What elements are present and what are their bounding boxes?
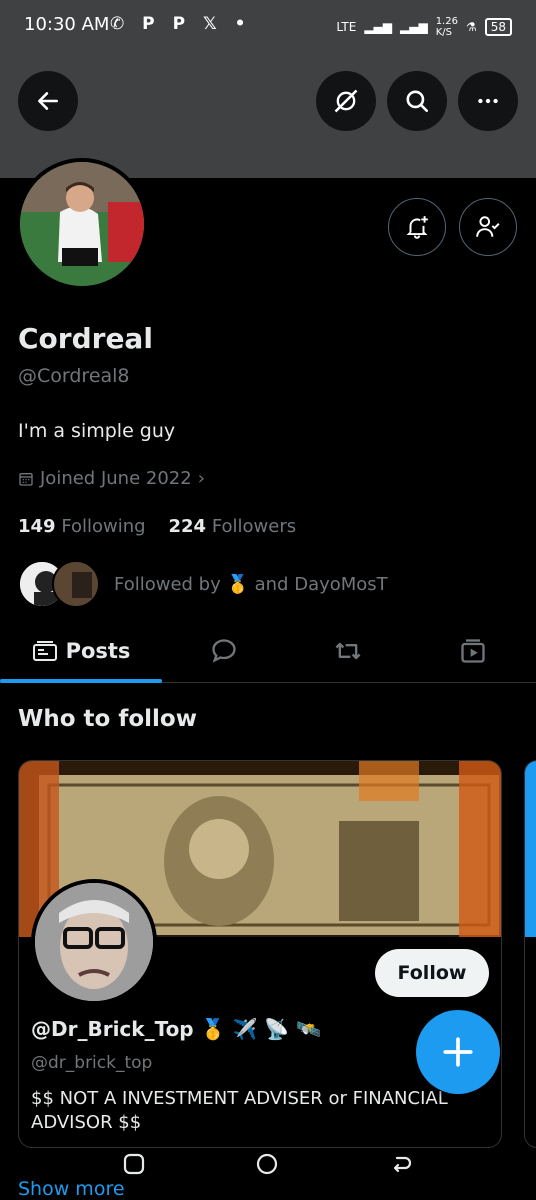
- whatsapp-icon: ✆: [110, 14, 131, 34]
- card-user-name: @Dr_Brick_Top 🥇 ✈️ 📡 🛰️: [31, 1017, 322, 1041]
- following-link[interactable]: 149 Following: [18, 516, 146, 537]
- more-icon: [478, 98, 498, 104]
- followed-by-row[interactable]: Followed by 🥇 and DayoMosT: [18, 560, 388, 608]
- user-check-icon: [476, 216, 500, 237]
- signal-icon: ▂▄▆: [400, 20, 428, 34]
- profile-bio: I'm a simple guy: [18, 420, 176, 442]
- grok-button[interactable]: [316, 71, 376, 131]
- active-tab-indicator: [0, 679, 162, 683]
- tab-media[interactable]: [410, 620, 536, 682]
- status-notification-icons: ✆ P P 𝕏 •: [110, 14, 251, 34]
- search-button[interactable]: [387, 71, 447, 131]
- posts-icon: [32, 641, 57, 661]
- status-time: 10:30 AM: [24, 14, 110, 35]
- card-avatar: [31, 879, 157, 1005]
- bell-plus-icon: [406, 216, 428, 239]
- followed-by-text: Followed by 🥇 and DayoMosT: [114, 573, 388, 595]
- followers-label: Followers: [211, 516, 297, 537]
- avatar-image: [20, 162, 144, 286]
- suggested-user-card[interactable]: Follow @Dr_Brick_Top 🥇 ✈️ 📡 🛰️ @dr_brick…: [18, 760, 502, 1148]
- x-icon: 𝕏: [202, 14, 223, 34]
- followers-count: 224: [168, 516, 207, 537]
- flask-icon: ⚗: [465, 20, 477, 34]
- tab-posts[interactable]: Posts: [0, 620, 162, 682]
- tab-posts-label: Posts: [65, 639, 131, 663]
- tab-reposts[interactable]: [286, 620, 410, 682]
- grok-icon: [334, 89, 358, 113]
- home-icon[interactable]: [255, 1152, 279, 1176]
- follow-counts: 149 Following 224 Followers: [18, 516, 296, 537]
- status-bar: 10:30 AM ✆ P P 𝕏 • LTE ▂▄▆ ▂▄▆ 1.26 K/S …: [0, 0, 536, 56]
- profile-tabs: Posts: [0, 620, 536, 683]
- next-suggested-card[interactable]: [524, 760, 536, 1148]
- follower-avatar: [52, 560, 100, 608]
- compose-post-button[interactable]: [416, 1010, 500, 1094]
- chevron-right-icon: ›: [197, 468, 205, 489]
- following-count: 149: [18, 516, 56, 537]
- battery-icon: 58: [484, 18, 512, 36]
- calendar-icon: [19, 472, 33, 486]
- tab-replies[interactable]: [162, 620, 286, 682]
- dot-icon: •: [234, 14, 252, 34]
- replies-icon: [212, 639, 236, 663]
- status-system-icons: LTE ▂▄▆ ▂▄▆ 1.26 K/S ⚗ 58: [336, 16, 512, 38]
- signal-icon: ▂▄▆: [364, 20, 392, 34]
- net-speed: 1.26: [435, 16, 458, 27]
- back-button[interactable]: [18, 71, 78, 131]
- followers-link[interactable]: 224 Followers: [169, 516, 297, 537]
- recents-icon[interactable]: [122, 1152, 146, 1176]
- following-label: Following: [61, 516, 146, 537]
- p-icon: P: [172, 14, 192, 34]
- notification-subscribe-button[interactable]: [388, 198, 446, 256]
- profile-avatar[interactable]: [16, 158, 148, 290]
- back-nav-icon[interactable]: [389, 1152, 413, 1176]
- card-user-handle: @dr_brick_top: [31, 1053, 153, 1073]
- show-more-link[interactable]: Show more: [18, 1178, 125, 1200]
- back-arrow-icon: [38, 92, 58, 110]
- search-icon: [406, 90, 429, 113]
- plus-icon: [443, 1037, 473, 1067]
- network-label: LTE: [336, 20, 357, 34]
- card-user-bio: $$ NOT A INVESTMENT ADVISER or FINANCIAL…: [31, 1088, 448, 1133]
- more-button[interactable]: [458, 71, 518, 131]
- following-status-button[interactable]: [459, 198, 517, 256]
- retweet-icon: [335, 642, 361, 660]
- profile-name: Cordreal: [18, 322, 153, 355]
- joined-date[interactable]: Joined June 2022 ›: [18, 468, 205, 489]
- p-icon: P: [142, 14, 161, 34]
- follow-button[interactable]: Follow: [375, 949, 489, 997]
- profile-handle: @Cordreal8: [18, 365, 130, 387]
- who-to-follow-title: Who to follow: [18, 706, 197, 732]
- media-icon: [461, 639, 485, 663]
- joined-label: Joined June 2022: [40, 468, 192, 489]
- net-speed-unit: K/S: [435, 27, 452, 38]
